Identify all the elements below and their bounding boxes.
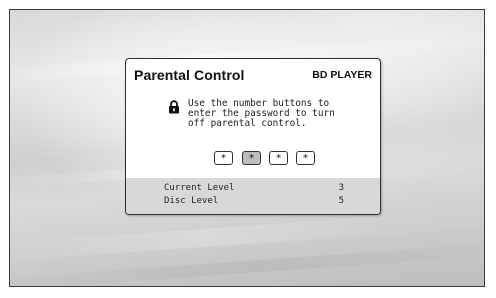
- password-digit-4[interactable]: *: [296, 151, 315, 165]
- dialog-header: Parental Control BD PLAYER: [134, 67, 372, 85]
- disc-level-label: Disc Level: [164, 196, 219, 206]
- device-label: BD PLAYER: [312, 69, 372, 81]
- password-entry[interactable]: * * * *: [214, 151, 324, 167]
- level-info-panel: Current Level 3 Disc Level 5: [126, 178, 380, 214]
- password-digit-3[interactable]: *: [269, 151, 288, 165]
- disc-level-row: Disc Level 5: [164, 196, 344, 207]
- password-digit-1[interactable]: *: [214, 151, 233, 165]
- disc-level-value: 5: [338, 196, 344, 206]
- current-level-label: Current Level: [164, 183, 235, 193]
- password-digit-2[interactable]: *: [242, 151, 261, 165]
- instruction-message: Use the number buttons to enter the pass…: [188, 98, 335, 129]
- parental-control-dialog: Parental Control BD PLAYER Use the numbe…: [125, 58, 381, 215]
- dialog-title: Parental Control: [134, 67, 245, 83]
- current-level-value: 3: [338, 183, 344, 193]
- current-level-row: Current Level 3: [164, 183, 344, 194]
- lock-icon: [169, 100, 179, 114]
